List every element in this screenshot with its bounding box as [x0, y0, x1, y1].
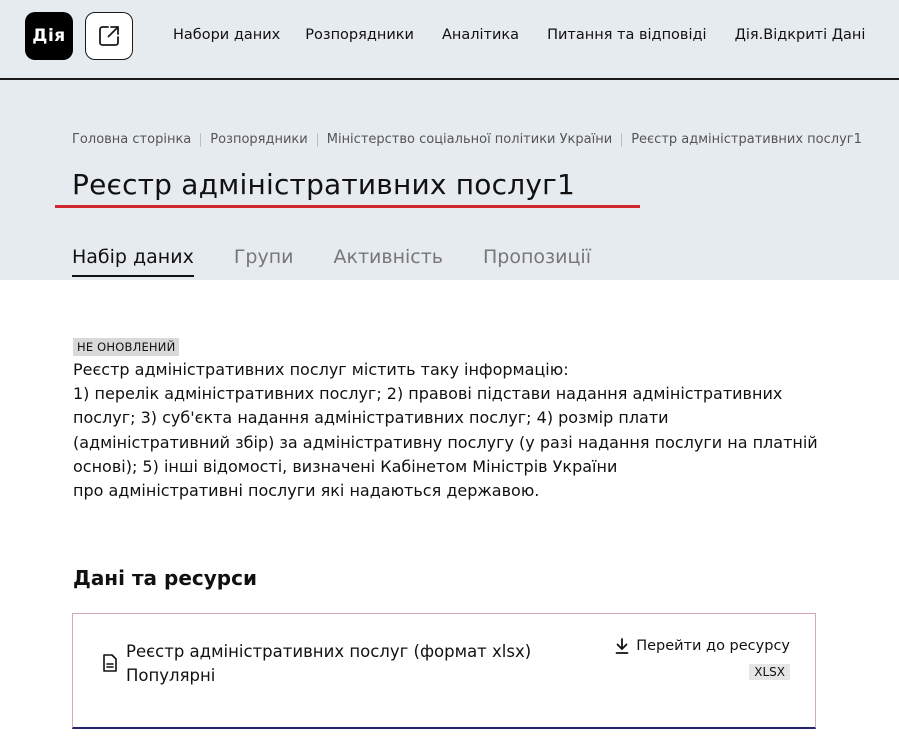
external-link-icon	[99, 26, 119, 46]
download-icon	[615, 638, 629, 654]
breadcrumb-current: Реєстр адміністративних послуг1	[631, 132, 862, 147]
site-header: Дія Набори даних Розпорядники Аналітика …	[0, 0, 899, 80]
breadcrumb: Головна сторінка Розпорядники Міністерст…	[72, 132, 862, 147]
go-to-resource-label: Перейти до ресурсу	[636, 638, 790, 654]
resources-section-title: Дані та ресурси	[73, 566, 257, 590]
nav-analytics[interactable]: Аналітика	[442, 27, 519, 43]
nav-faq[interactable]: Питання та відповіді	[547, 27, 706, 43]
breadcrumb-home[interactable]: Головна сторінка	[72, 132, 191, 147]
resource-card[interactable]: Реєстр адміністративних послуг (формат x…	[72, 613, 816, 729]
format-badge: XLSX	[749, 664, 790, 680]
external-link-button[interactable]	[85, 12, 133, 60]
breadcrumb-ministry[interactable]: Міністерство соціальної політики України	[327, 132, 612, 147]
nav-diia-open-data[interactable]: Дія.Відкриті Дані	[735, 27, 866, 43]
diia-logo[interactable]: Дія	[25, 12, 73, 60]
breadcrumb-separator	[621, 133, 623, 147]
tab-dataset[interactable]: Набір даних	[72, 246, 194, 277]
page-title: Реєстр адміністративних послуг1	[72, 168, 576, 201]
breadcrumb-publishers[interactable]: Розпорядники	[210, 132, 307, 147]
file-icon	[103, 654, 117, 672]
breadcrumb-separator	[200, 133, 202, 147]
go-to-resource-link[interactable]: Перейти до ресурсу	[615, 638, 790, 654]
resource-name[interactable]: Реєстр адміністративних послуг (формат x…	[126, 642, 531, 661]
title-underline	[55, 205, 640, 208]
status-badge: НЕ ОНОВЛЕНИЙ	[73, 338, 180, 356]
main-nav: Набори даних Розпорядники Аналітика Пита…	[173, 27, 865, 43]
dataset-hero: Головна сторінка Розпорядники Міністерст…	[0, 80, 899, 280]
nav-datasets[interactable]: Набори даних	[173, 27, 280, 43]
resource-tag: Популярні	[126, 666, 216, 685]
dataset-tabs: Набір даних Групи Активність Пропозиції	[72, 246, 631, 277]
tab-activity[interactable]: Активність	[334, 246, 444, 277]
tab-suggestions[interactable]: Пропозиції	[483, 246, 591, 277]
dataset-description: Реєстр адміністративних послуг містить т…	[73, 360, 818, 501]
nav-publishers[interactable]: Розпорядники	[305, 27, 414, 43]
tab-groups[interactable]: Групи	[234, 246, 294, 277]
breadcrumb-separator	[316, 133, 318, 147]
